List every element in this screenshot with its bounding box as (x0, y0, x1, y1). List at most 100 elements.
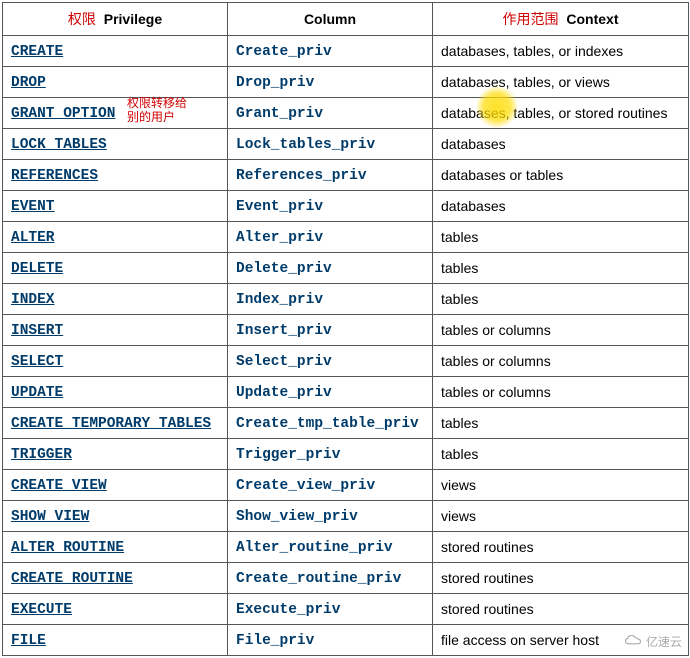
column-cell: Event_priv (228, 191, 433, 222)
context-cell: databases, tables, or stored routines (433, 98, 689, 129)
column-value: Create_routine_priv (236, 571, 401, 587)
privilege-cell: DELETE (3, 253, 228, 284)
privilege-link[interactable]: LOCK TABLES (11, 137, 107, 153)
privilege-cell: EXECUTE (3, 594, 228, 625)
table-row: UPDATE Update_priv tables or columns (3, 377, 689, 408)
privilege-cell: INSERT (3, 315, 228, 346)
column-value: Select_priv (236, 354, 332, 370)
column-value: Update_priv (236, 385, 332, 401)
column-value: File_priv (236, 633, 314, 649)
header-privilege-label: Privilege (104, 11, 162, 27)
column-cell: Delete_priv (228, 253, 433, 284)
privilege-link[interactable]: REFERENCES (11, 168, 98, 184)
context-cell: databases or tables (433, 160, 689, 191)
privilege-link[interactable]: TRIGGER (11, 447, 72, 463)
watermark: 亿速云 (624, 633, 682, 650)
column-value: Grant_priv (236, 106, 323, 122)
column-value: Insert_priv (236, 323, 332, 339)
context-value: stored routines (441, 539, 534, 555)
context-cell: tables (433, 253, 689, 284)
privilege-link[interactable]: CREATE TEMPORARY TABLES (11, 416, 211, 432)
column-cell: Update_priv (228, 377, 433, 408)
privilege-cell: INDEX (3, 284, 228, 315)
column-cell: Create_view_priv (228, 470, 433, 501)
column-cell: Select_priv (228, 346, 433, 377)
context-cell: views (433, 501, 689, 532)
context-value: stored routines (441, 570, 534, 586)
column-value: Create_priv (236, 44, 332, 60)
column-value: Alter_routine_priv (236, 540, 393, 556)
privilege-link[interactable]: INSERT (11, 323, 63, 339)
privilege-cell: LOCK TABLES (3, 129, 228, 160)
privilege-cell: GRANT OPTION (3, 98, 228, 129)
privilege-link[interactable]: FILE (11, 633, 46, 649)
column-value: Show_view_priv (236, 509, 358, 525)
context-value: tables (441, 291, 478, 307)
privilege-cell: CREATE ROUTINE (3, 563, 228, 594)
privilege-cell: EVENT (3, 191, 228, 222)
context-value: tables or columns (441, 322, 551, 338)
privilege-link[interactable]: DELETE (11, 261, 63, 277)
column-cell: Alter_routine_priv (228, 532, 433, 563)
context-value: databases, tables, or stored routines (441, 105, 667, 121)
privilege-link[interactable]: DROP (11, 75, 46, 91)
header-column-label: Column (304, 11, 356, 27)
privilege-link[interactable]: CREATE (11, 44, 63, 60)
table-row: ALTERAlter_privtables (3, 222, 689, 253)
column-value: Create_view_priv (236, 478, 375, 494)
privilege-link[interactable]: GRANT OPTION (11, 106, 115, 122)
table-row: EXECUTEExecute_privstored routines (3, 594, 689, 625)
table-row: INDEXIndex_privtables (3, 284, 689, 315)
context-value: views (441, 508, 476, 524)
context-value: file access on server host (441, 632, 599, 648)
table-row: CREATE TEMPORARY TABLESCreate_tmp_table_… (3, 408, 689, 439)
context-cell: databases, tables, or views (433, 67, 689, 98)
privilege-link[interactable]: EVENT (11, 199, 55, 215)
context-cell: databases (433, 129, 689, 160)
column-cell: Lock_tables_priv (228, 129, 433, 160)
context-cell: tables or columns (433, 377, 689, 408)
context-cell: tables or columns (433, 315, 689, 346)
table-row: LOCK TABLES Lock_tables_privdatabases (3, 129, 689, 160)
context-cell: databases, tables, or indexes (433, 36, 689, 67)
privilege-cell: UPDATE (3, 377, 228, 408)
privilege-cell: CREATE TEMPORARY TABLES (3, 408, 228, 439)
privilege-link[interactable]: INDEX (11, 292, 55, 308)
context-cell: tables (433, 222, 689, 253)
privilege-link[interactable]: CREATE ROUTINE (11, 571, 133, 587)
header-column: Column (228, 3, 433, 36)
privilege-cell: SELECT (3, 346, 228, 377)
column-cell: Create_priv (228, 36, 433, 67)
privilege-link[interactable]: ALTER ROUTINE (11, 540, 124, 556)
column-value: Drop_priv (236, 75, 314, 91)
column-value: Event_priv (236, 199, 323, 215)
header-context: 作用范围 Context (433, 3, 689, 36)
context-cell: stored routines (433, 594, 689, 625)
column-cell: Show_view_priv (228, 501, 433, 532)
privilege-cell: REFERENCES (3, 160, 228, 191)
context-cell: views (433, 470, 689, 501)
context-value: tables (441, 260, 478, 276)
grant-annotation: 权限转移给 别的用户 (127, 96, 187, 124)
table-row: CREATE VIEW Create_view_priv views (3, 470, 689, 501)
privilege-link[interactable]: CREATE VIEW (11, 478, 107, 494)
privilege-cell: CREATE (3, 36, 228, 67)
privilege-cell: CREATE VIEW (3, 470, 228, 501)
table-row: CREATE ROUTINE Create_routine_priv stored … (3, 563, 689, 594)
context-value: databases, tables, or indexes (441, 43, 623, 59)
context-cell: tables or columns (433, 346, 689, 377)
context-value: tables or columns (441, 353, 551, 369)
privilege-link[interactable]: ALTER (11, 230, 55, 246)
privilege-link[interactable]: SHOW VIEW (11, 509, 89, 525)
watermark-text: 亿速云 (646, 633, 682, 650)
context-cell: tables (433, 408, 689, 439)
privilege-link[interactable]: EXECUTE (11, 602, 72, 618)
table-row: REFERENCES References_privdatabases or ta… (3, 160, 689, 191)
context-value: tables (441, 229, 478, 245)
privilege-link[interactable]: SELECT (11, 354, 63, 370)
privilege-link[interactable]: UPDATE (11, 385, 63, 401)
column-cell: Create_routine_priv (228, 563, 433, 594)
table-row: SELECT Select_priv tables or columns (3, 346, 689, 377)
column-cell: References_priv (228, 160, 433, 191)
table-row: CREATE Create_priv databases, tables, or i… (3, 36, 689, 67)
